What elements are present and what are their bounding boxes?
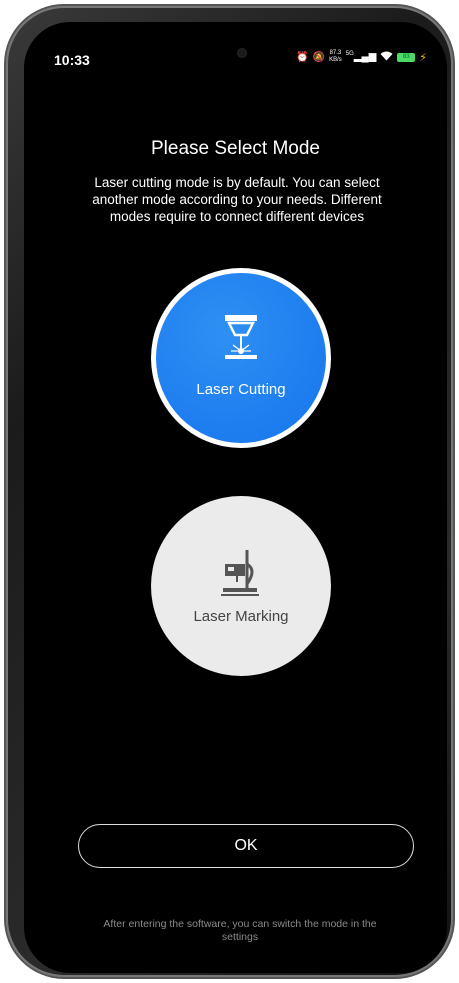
status-icons: ⏰ 🔕 87.3 KB/s 5G▂▄▆ 83 ⚡	[296, 50, 427, 64]
laser-marking-icon	[219, 548, 263, 603]
front-camera	[237, 48, 247, 58]
net-speed: 87.3 KB/s	[329, 50, 342, 64]
laser-marking-mode-button[interactable]: Laser Marking	[151, 496, 331, 676]
laser-marking-label: Laser Marking	[193, 608, 289, 625]
alarm-icon: ⏰	[296, 51, 309, 63]
laser-cutting-label: Laser Cutting	[196, 381, 286, 398]
phone-frame: 10:33 ⏰ 🔕 87.3 KB/s 5G▂▄▆ 83 ⚡ Please Se…	[6, 6, 453, 977]
wifi-icon	[380, 51, 393, 64]
battery-icon: 83	[397, 52, 416, 62]
status-bar: 10:33 ⏰ 🔕 87.3 KB/s 5G▂▄▆ 83 ⚡	[24, 22, 447, 74]
charging-icon: ⚡	[419, 51, 427, 64]
laser-cutting-mode-circle: Laser Cutting	[156, 273, 326, 443]
mode-description: Laser cutting mode is by default. You ca…	[92, 175, 382, 224]
laser-cutting-icon	[219, 313, 263, 376]
page-title: Please Select Mode	[151, 138, 320, 159]
laser-cutting-mode-button[interactable]: Laser Cutting	[151, 268, 331, 448]
net-speed-unit: KB/s	[329, 57, 342, 63]
app-screen: 10:33 ⏰ 🔕 87.3 KB/s 5G▂▄▆ 83 ⚡ Please Se…	[24, 22, 447, 973]
mute-icon: 🔕	[312, 51, 326, 63]
network-type: 5G	[345, 51, 354, 58]
ok-button[interactable]: OK	[78, 824, 414, 868]
signal-icon: 5G▂▄▆	[345, 51, 377, 63]
net-speed-value: 87.3	[329, 50, 342, 56]
status-time: 10:33	[54, 52, 90, 68]
settings-hint: After entering the software, you can swi…	[103, 918, 377, 943]
